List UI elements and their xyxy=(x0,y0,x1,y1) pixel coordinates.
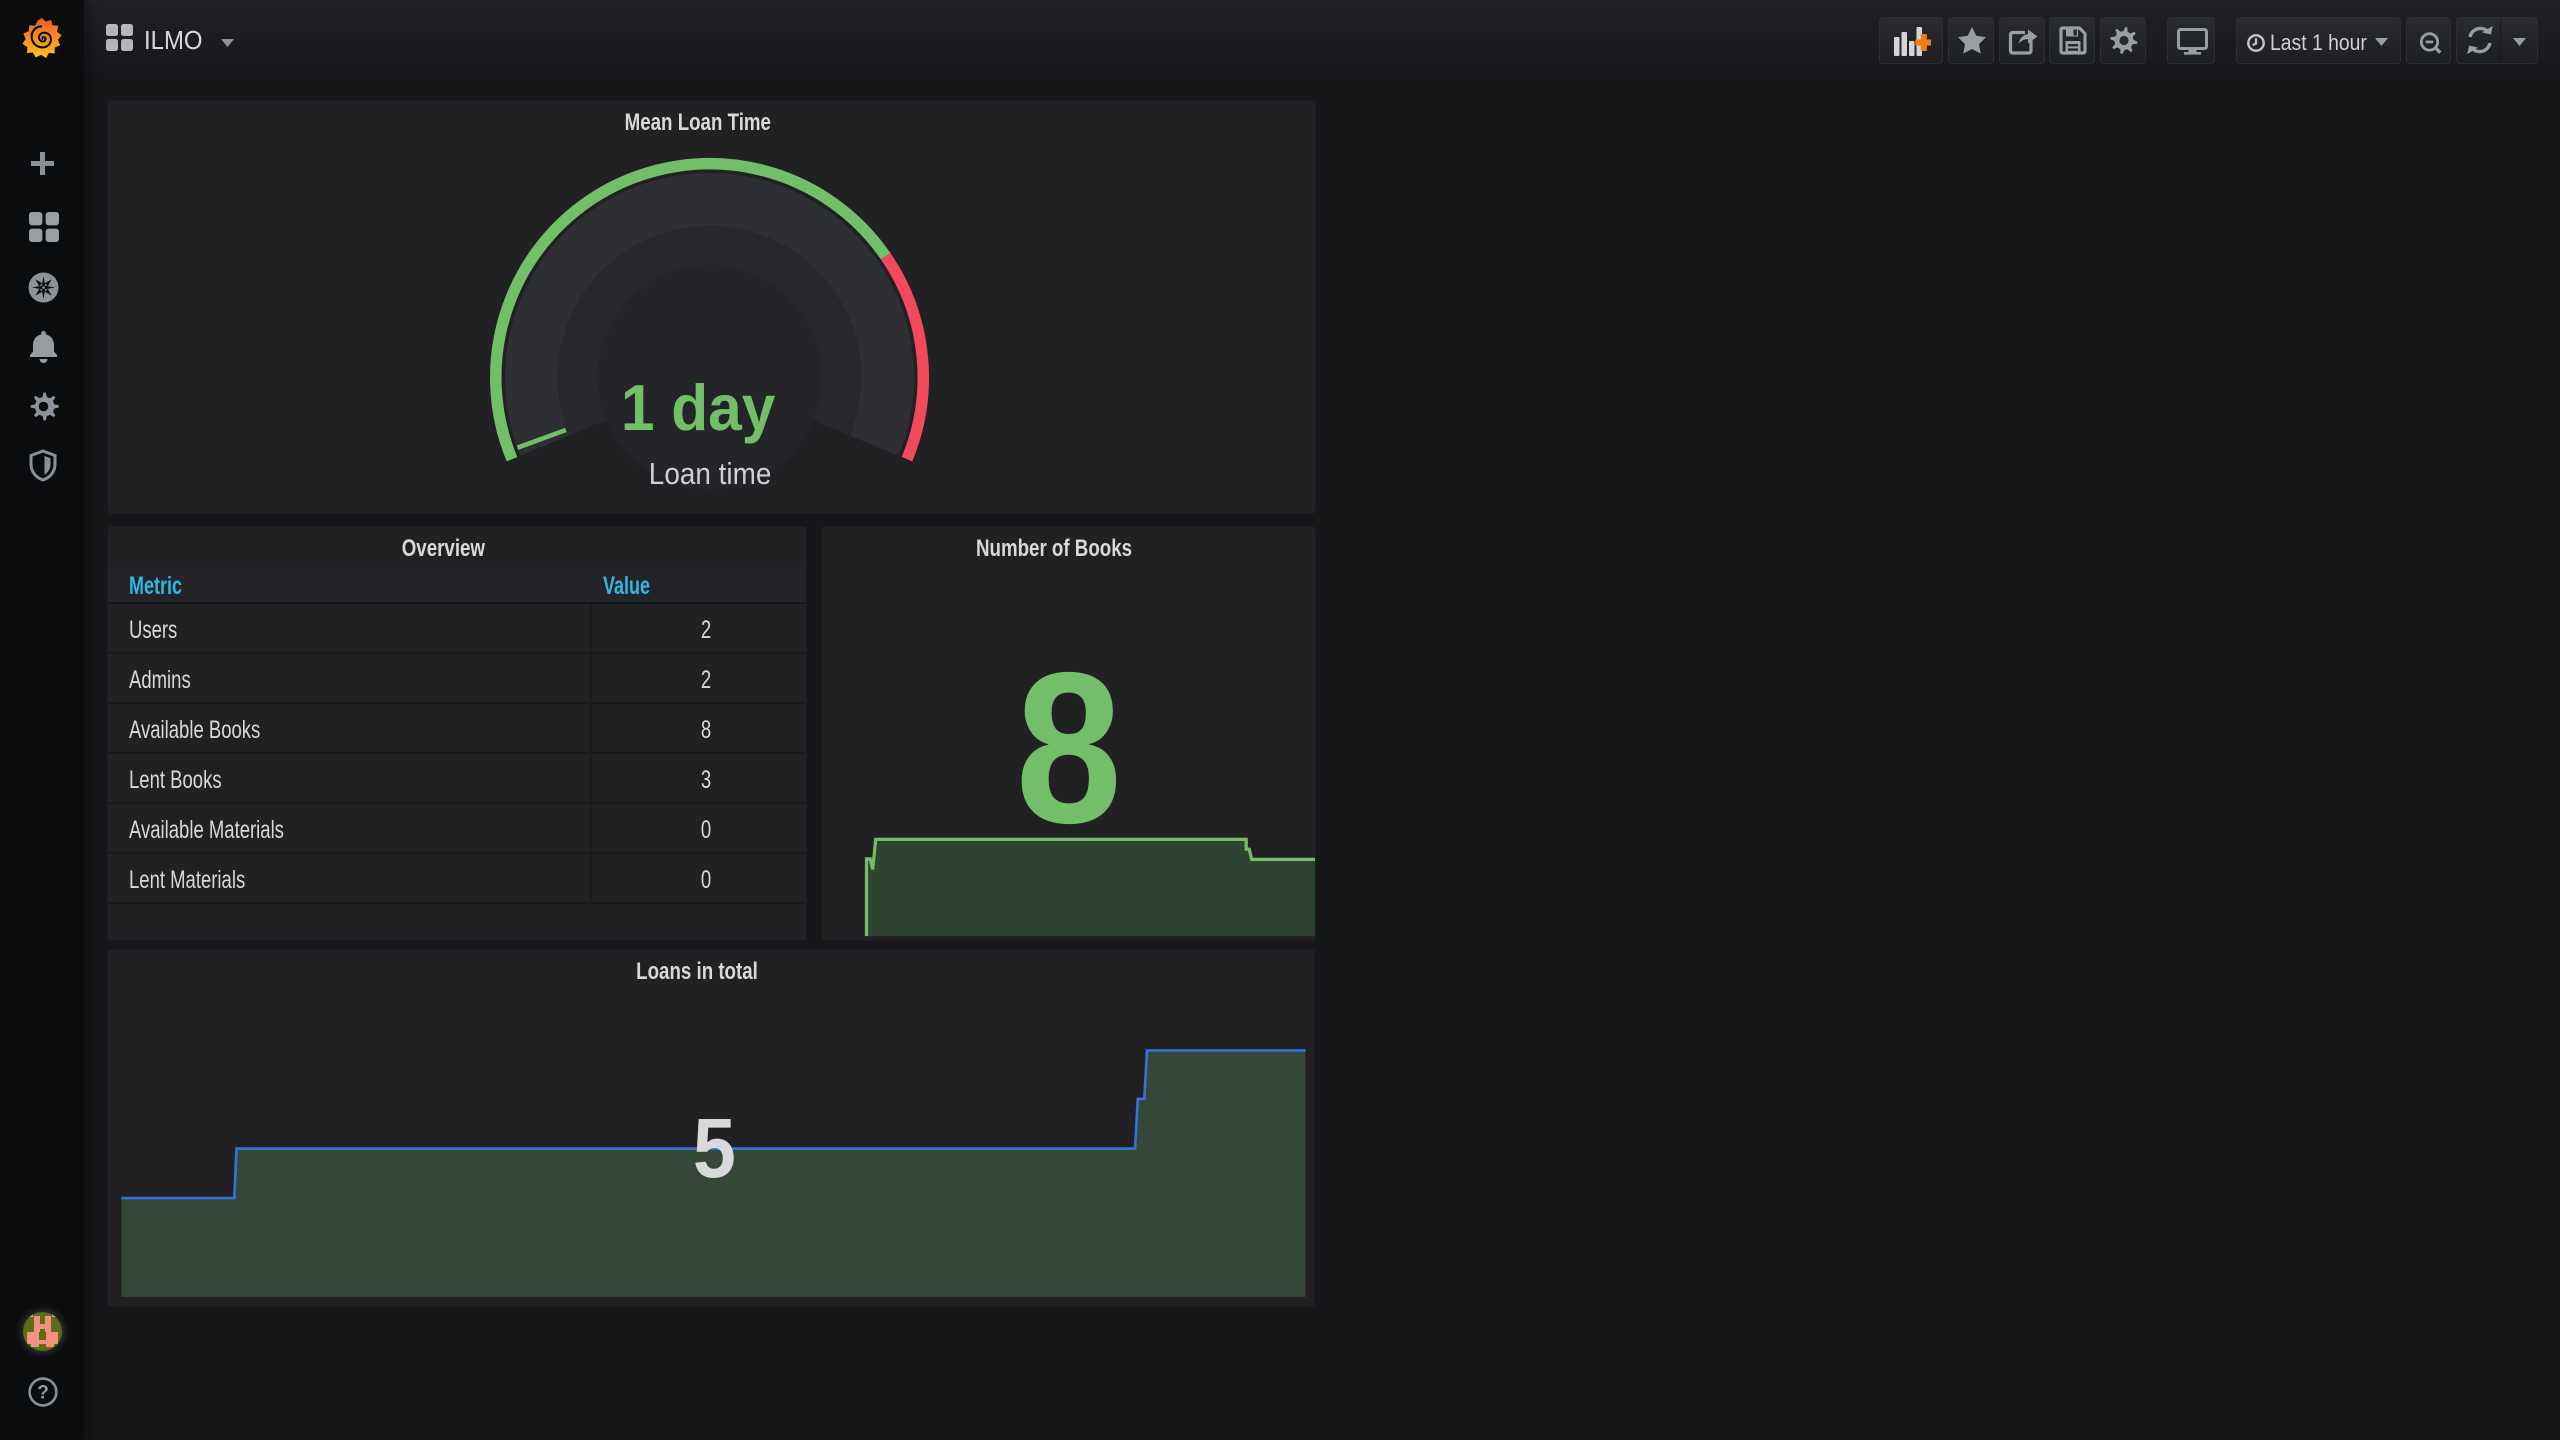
svg-text:?: ? xyxy=(37,1383,49,1404)
